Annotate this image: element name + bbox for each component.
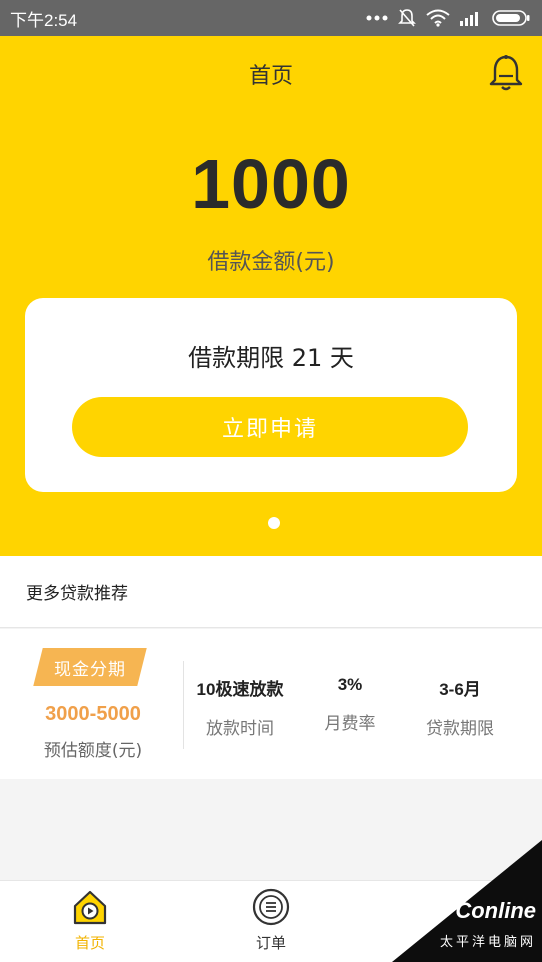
battery-icon bbox=[492, 10, 530, 26]
stat-label: 贷款期限 bbox=[426, 719, 494, 739]
stat-label: 月费率 bbox=[324, 714, 376, 734]
stat-label: 放款时间 bbox=[206, 719, 274, 739]
wifi-icon bbox=[426, 9, 450, 27]
divider bbox=[183, 661, 184, 749]
tab-orders[interactable]: 订单 bbox=[226, 887, 316, 959]
stat-value: 3-6月 bbox=[439, 680, 481, 699]
stat-value: 10极速放款 bbox=[196, 680, 284, 699]
tab-home-label: 首页 bbox=[74, 934, 105, 952]
loan-term: 借款期限 21 天 bbox=[188, 344, 354, 372]
apply-now-button[interactable]: 立即申请 bbox=[72, 397, 468, 457]
loan-card: 借款期限 21 天 立即申请 bbox=[25, 298, 517, 492]
carousel-indicator bbox=[268, 517, 280, 529]
loan-amount-label: 借款金额(元) bbox=[207, 250, 335, 275]
stat-value: 3% bbox=[337, 675, 363, 694]
stat-monthly-rate: 3% 月费率 bbox=[310, 675, 390, 734]
product-amount-range-label: 预估额度(元) bbox=[43, 741, 143, 761]
product-card[interactable]: 现金分期 3000-5000 预估额度(元) 10极速放款 放款时间 3% 月费… bbox=[0, 629, 542, 779]
bell-icon[interactable] bbox=[488, 54, 524, 92]
stat-disbursement-time: 10极速放款 放款时间 bbox=[190, 675, 290, 739]
status-icons bbox=[366, 8, 530, 28]
tab-home[interactable]: 首页 bbox=[45, 887, 135, 959]
status-time: 下午2:54 bbox=[10, 10, 78, 30]
watermark-subtitle: 太平洋电脑网 bbox=[439, 935, 536, 950]
watermark-logo: PConline bbox=[440, 898, 536, 923]
product-tag-label: 现金分期 bbox=[54, 659, 126, 680]
page-title: 首页 bbox=[248, 64, 293, 89]
orders-icon bbox=[252, 888, 290, 926]
loan-amount: 1000 bbox=[191, 145, 351, 223]
watermark: PConline 太平洋电脑网 bbox=[392, 840, 542, 962]
tab-orders-label: 订单 bbox=[255, 934, 286, 952]
stat-loan-term: 3-6月 贷款期限 bbox=[412, 675, 508, 739]
product-tag: 现金分期 bbox=[33, 648, 147, 686]
signal-icon bbox=[460, 12, 478, 26]
more-dots-icon bbox=[366, 15, 388, 21]
mute-icon bbox=[398, 9, 416, 27]
home-icon bbox=[73, 890, 107, 925]
status-bar: 下午2:54 bbox=[0, 0, 542, 36]
product-amount-range: 3000-5000 bbox=[45, 703, 141, 725]
recommend-section-title: 更多贷款推荐 bbox=[0, 556, 542, 628]
hero-section: 首页 1000 借款金额(元) 借款期限 21 天 立即申请 bbox=[0, 36, 542, 556]
